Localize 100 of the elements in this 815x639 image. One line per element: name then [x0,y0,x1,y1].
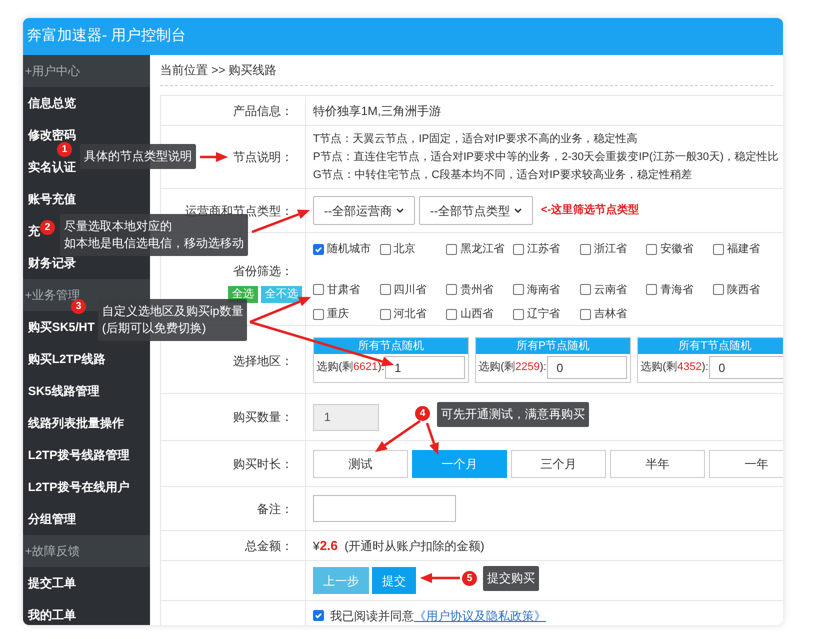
duration-tab[interactable]: 测试 [313,450,408,478]
sidebar-item[interactable]: SK5线路管理 [28,382,100,400]
remaining-count: 选购(剩2259): [478,360,546,376]
node-description: G节点：中转住宅节点，C段基本均不同，适合对IP要求较高业务，稳定性稍差 [313,168,693,183]
total-amount: ¥2.6 (开通时从账户扣除的金额) [313,536,484,555]
checkbox[interactable] [713,284,724,296]
agreement-link[interactable]: 《用户协议及隐私政策》 [414,606,546,624]
field-label: 购买数量： [233,409,293,426]
breadcrumb: 当前位置 >> 购买线路 [160,62,277,79]
province-label: 随机城市 [327,242,371,257]
checkbox[interactable] [713,244,724,255]
checkbox[interactable] [446,308,458,320]
sidebar-item[interactable]: 购买SK5/HT [28,318,95,336]
field-label: 备注： [257,500,293,518]
sidebar-item[interactable]: 修改密码 [28,126,76,144]
remaining-count: 选购(剩4352): [640,360,708,376]
app-title: 奔富加速器- 用户控制台 [27,26,186,46]
remaining-count: 选购(剩6621): [316,360,384,376]
sidebar-item[interactable]: 购买L2TP线路 [28,350,106,368]
sidebar-item[interactable]: 分组管理 [28,510,76,528]
checkbox[interactable] [580,284,591,296]
sidebar-item[interactable]: 充 [28,222,40,240]
checkbox[interactable] [580,308,591,320]
checkbox[interactable] [513,284,524,296]
checkbox[interactable] [646,244,658,255]
province-label: 江苏省 [527,242,560,257]
chevron-down-icon [514,208,522,214]
field-label: 节点说明： [233,149,293,166]
checkbox[interactable] [313,284,324,296]
checkbox[interactable] [380,244,391,255]
quantity-field: 1 [313,404,379,430]
sidebar-item[interactable]: 信息总览 [28,94,76,112]
product-info: 特价独享1M,三角洲手游 [313,102,442,120]
checkbox[interactable] [380,308,391,320]
province-label: 浙江省 [594,242,627,257]
filter-hint: <-这里筛选节点类型 [541,202,640,218]
province-label: 海南省 [527,282,560,298]
checkbox[interactable] [513,244,524,255]
province-label: 山西省 [460,307,494,322]
checkbox[interactable] [380,284,391,296]
field-label: 总金额： [245,538,293,554]
select-field[interactable]: --全部节点类型 [419,196,533,225]
annotation-tooltip: 自定义选地区及购买ip数量 (后期可以免费切换) [98,299,248,341]
node-description: T节点：天翼云节点，IP固定，适合对IP要求不高的业务，稳定性高 [313,132,639,147]
node-description: P节点：直连住宅节点，适合对IP要求中等的业务，2-30天会重拨变IP(江苏一般30天)，稳定性比 [313,150,779,165]
sidebar-item[interactable]: 账号充值 [28,190,76,208]
province-label: 云南省 [594,282,627,298]
duration-tab[interactable]: 一年 [709,450,783,478]
annotation-arrow [426,422,439,455]
region-title: 所有P节点随机 [516,338,590,354]
annotation-tooltip: 具体的节点类型说明 [80,144,196,169]
annotation-arrow [200,152,228,162]
quantity-input[interactable]: 0 [709,356,783,379]
duration-tab[interactable]: 半年 [610,450,705,478]
checkbox[interactable] [313,308,324,320]
checkbox[interactable] [580,244,591,255]
sidebar-item[interactable]: L2TP拨号线路管理 [28,446,130,464]
province-label: 福建省 [727,242,760,257]
checkbox[interactable] [313,244,324,255]
checkbox[interactable] [446,244,458,255]
province-label: 黑龙江省 [460,242,504,257]
checkbox[interactable] [513,308,524,320]
number-badge: 4 [415,406,430,421]
region-title: 所有节点随机 [358,338,424,354]
select-field[interactable]: --全部运营商 [313,196,415,225]
province-label: 辽宁省 [527,306,560,322]
province-label: 四川省 [394,282,427,298]
chevron-down-icon [396,208,404,214]
sidebar-item[interactable]: L2TP拨号在线用户 [28,478,130,496]
field-label: 产品信息： [233,102,293,120]
sidebar-item[interactable]: 实名认证 [28,158,76,176]
sidebar-item[interactable]: 提交工单 [28,574,76,592]
sidebar-item[interactable]: 财务记录 [28,254,76,272]
province-label: 青海省 [660,282,694,298]
checkbox[interactable] [446,284,458,296]
agreement-text: 我已阅读并同意 [330,608,414,624]
annotation-arrow [420,573,460,583]
number-badge: 5 [462,571,477,586]
province-label: 重庆 [327,306,349,322]
province-label: 河北省 [394,307,427,322]
province-label: 安徽省 [660,242,694,257]
sidebar-item[interactable]: 我的工单 [28,606,76,624]
field-label: 购买时长： [233,456,293,472]
checkbox[interactable] [313,610,324,621]
field-label: 选择地区： [233,353,293,370]
duration-tab[interactable]: 三个月 [511,450,606,478]
annotation-tooltip: 尽量选取本地对应的 如本地是电信选电信，移动选移动 [60,214,248,256]
quantity-input[interactable]: 0 [547,356,628,379]
region-title: 所有T节点随机 [678,338,752,354]
annotation-tooltip: 可先开通测试，满意再购买 [437,402,589,427]
quantity-input[interactable]: 1 [385,356,466,379]
sidebar-item[interactable]: 线路列表批量操作 [28,414,124,432]
remark-field[interactable] [313,495,456,522]
checkbox[interactable] [646,284,658,296]
province-label: 北京 [394,242,416,257]
province-label: 陕西省 [727,282,760,298]
annotation-tooltip: 提交购买 [483,566,539,591]
province-label: 吉林省 [594,307,627,322]
province-label: 甘肃省 [327,282,360,298]
field-label: 省份筛选： [233,262,293,280]
